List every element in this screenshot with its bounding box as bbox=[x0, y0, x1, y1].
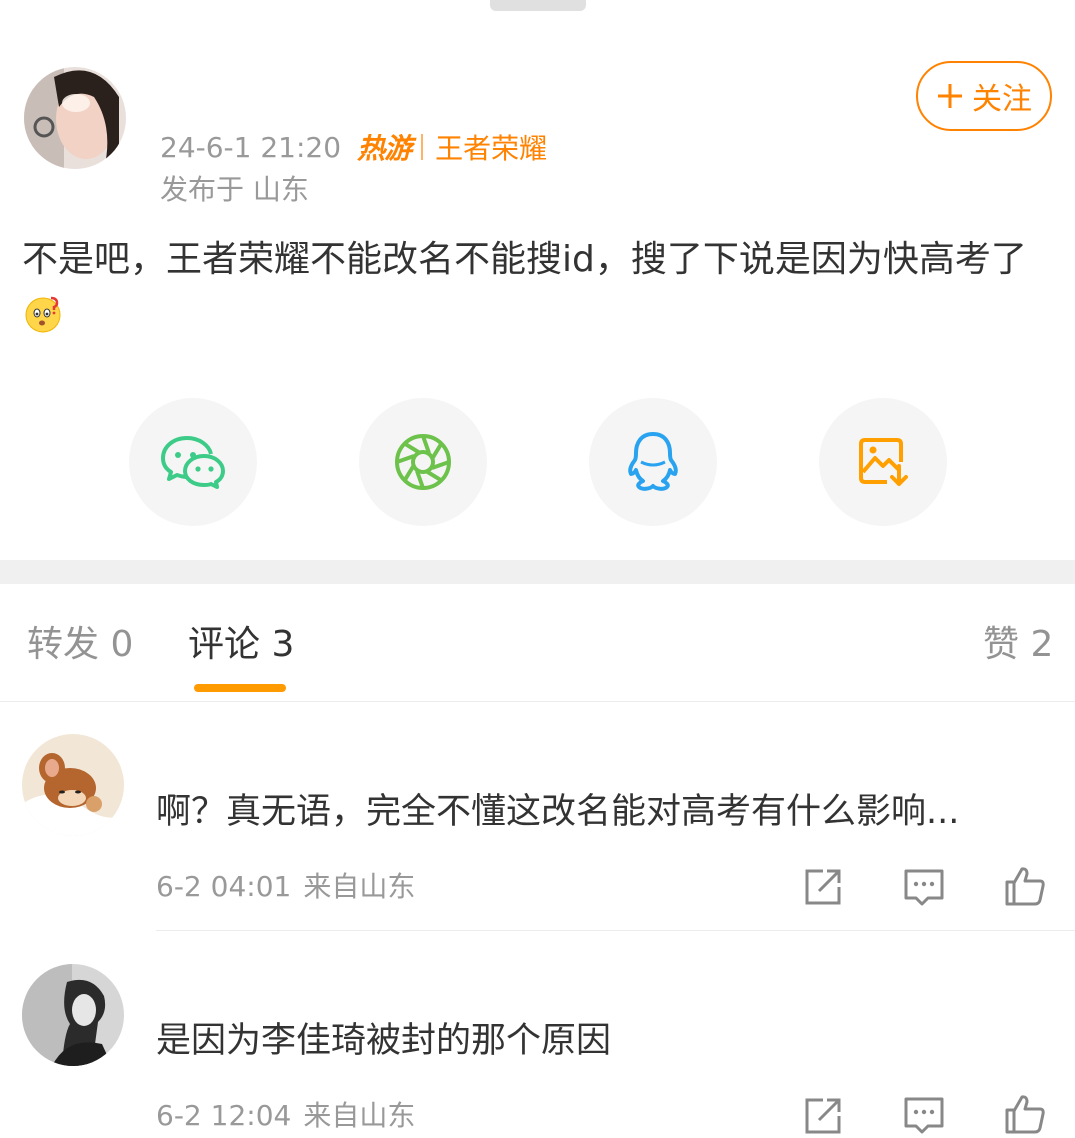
follow-button[interactable]: 关注 bbox=[916, 61, 1052, 131]
commenter-avatar[interactable] bbox=[22, 964, 124, 1066]
comment-icon[interactable] bbox=[902, 1094, 946, 1138]
post-meta: 24-6-1 21:20 热游 王者荣耀 bbox=[160, 128, 547, 166]
comment-meta: 6-2 12:04 来自山东 bbox=[156, 1097, 415, 1135]
comment-source: 来自山东 bbox=[303, 1099, 416, 1132]
plus-icon bbox=[938, 84, 962, 108]
share-qq-button[interactable] bbox=[589, 398, 717, 526]
comment-time: 6-2 12:04 bbox=[156, 1099, 292, 1132]
comment-icon[interactable] bbox=[902, 866, 946, 910]
active-tab-indicator bbox=[194, 684, 286, 692]
like-icon[interactable] bbox=[1003, 864, 1047, 908]
moments-icon bbox=[395, 434, 451, 490]
comment-divider bbox=[156, 930, 1075, 931]
drag-handle[interactable] bbox=[490, 0, 586, 11]
confused-emoji-icon bbox=[25, 296, 61, 333]
post-time: 24-6-1 21:20 bbox=[160, 130, 342, 164]
tab-comments[interactable]: 评论 3 bbox=[188, 622, 294, 668]
comment-meta: 6-2 04:01 来自山东 bbox=[156, 868, 415, 906]
author-avatar[interactable] bbox=[24, 67, 126, 169]
meta-separator bbox=[421, 134, 424, 160]
like-icon[interactable] bbox=[1003, 1092, 1047, 1136]
hot-game-badge: 热游 bbox=[357, 132, 412, 165]
post-location: 发布于 山东 bbox=[160, 173, 309, 206]
qq-icon bbox=[628, 432, 678, 491]
comment-time: 6-2 04:01 bbox=[156, 870, 292, 903]
topic-link[interactable]: 王者荣耀 bbox=[435, 127, 547, 167]
save-image-button[interactable] bbox=[819, 398, 947, 526]
repost-icon[interactable] bbox=[801, 1094, 845, 1138]
post-body: 不是吧，王者荣耀不能改名不能搜id，搜了下说是因为快高考了 bbox=[22, 232, 1052, 344]
repost-icon[interactable] bbox=[801, 865, 845, 909]
follow-label: 关注 bbox=[972, 82, 1032, 117]
wechat-icon bbox=[161, 436, 225, 489]
share-moments-button[interactable] bbox=[359, 398, 487, 526]
tab-repost[interactable]: 转发 0 bbox=[27, 622, 133, 668]
save-image-icon bbox=[859, 438, 908, 486]
share-wechat-button[interactable] bbox=[129, 398, 257, 526]
comment-text: 啊？真无语，完全不懂这改名能对高考有什么影响... bbox=[156, 792, 960, 832]
tabs-divider bbox=[0, 701, 1075, 702]
comment-text: 是因为李佳琦被封的那个原因 bbox=[156, 1021, 612, 1061]
commenter-avatar[interactable] bbox=[22, 734, 124, 836]
tab-likes[interactable]: 赞 2 bbox=[983, 622, 1053, 668]
post-text: 不是吧，王者荣耀不能改名不能搜id，搜了下说是因为快高考了 bbox=[22, 239, 1027, 280]
comment-source: 来自山东 bbox=[303, 870, 416, 903]
section-divider bbox=[0, 560, 1075, 584]
